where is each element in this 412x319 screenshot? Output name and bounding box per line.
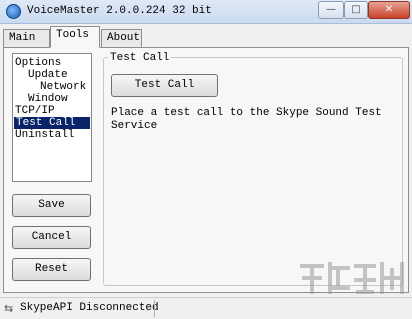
minimize-button[interactable]: — — [318, 1, 344, 19]
tab-main[interactable]: Main — [3, 29, 50, 47]
watermark-logo — [300, 262, 404, 294]
close-button[interactable]: ✕ — [368, 1, 410, 19]
window-title: VoiceMaster 2.0.0.224 32 bit — [27, 5, 212, 17]
reset-button[interactable]: Reset — [12, 258, 91, 281]
tree-item-update[interactable]: Update — [28, 69, 68, 81]
tree-item-uninstall[interactable]: Uninstall — [15, 129, 74, 141]
status-text: SkypeAPI Disconnected — [20, 302, 159, 314]
tab-about[interactable]: About — [101, 29, 142, 47]
tree-item-network[interactable]: Network — [40, 81, 86, 93]
group-title: Test Call — [108, 52, 172, 64]
title-bar[interactable]: VoiceMaster 2.0.0.224 32 bit — □ ✕ — [0, 0, 412, 24]
tree-item-window[interactable]: Window — [28, 93, 68, 105]
save-button[interactable]: Save — [12, 194, 91, 217]
options-tree[interactable]: Options Update Network Window TCP/IP Tes… — [12, 53, 92, 182]
arrows-icon: ⇆ — [4, 302, 14, 315]
tab-tools[interactable]: Tools — [50, 26, 100, 48]
status-bar: ⇆ SkypeAPI Disconnected — [0, 297, 412, 319]
test-call-description: Place a test call to the Skype Sound Tes… — [111, 107, 382, 132]
test-call-button[interactable]: Test Call — [111, 74, 218, 97]
app-icon — [6, 4, 21, 19]
cancel-button[interactable]: Cancel — [12, 226, 91, 249]
tree-item-options[interactable]: Options — [15, 57, 61, 69]
tree-item-test-call[interactable]: Test Call — [14, 117, 90, 129]
tree-item-tcpip[interactable]: TCP/IP — [15, 105, 55, 117]
status-separator — [154, 300, 155, 317]
maximize-button[interactable]: □ — [344, 1, 368, 19]
